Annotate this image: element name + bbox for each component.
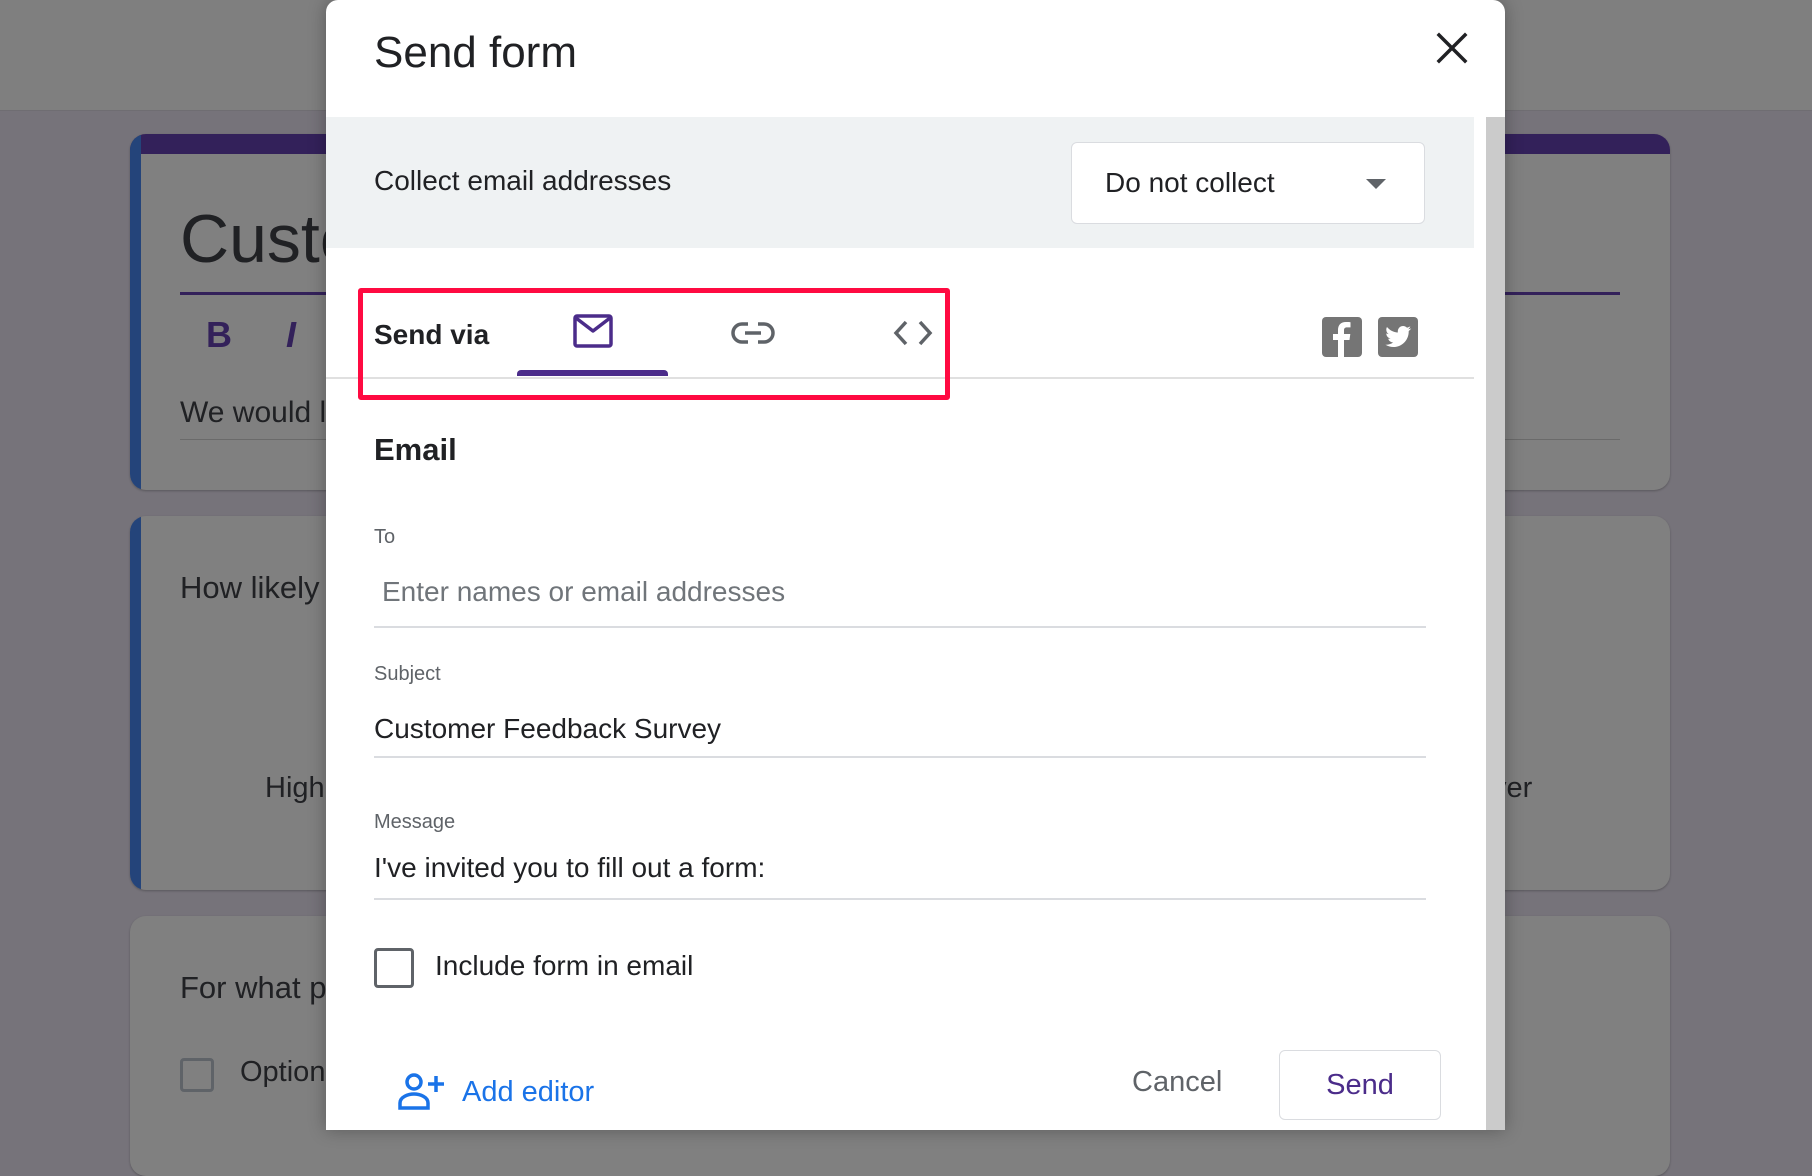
question-text: How likely	[180, 570, 320, 605]
cancel-button[interactable]: Cancel	[1132, 1066, 1222, 1099]
share-facebook-button[interactable]	[1322, 317, 1362, 357]
collect-email-section: Collect email addresses Do not collect	[326, 117, 1474, 248]
form-description: We would lo	[180, 396, 343, 429]
message-label: Message	[374, 811, 456, 833]
share-twitter-button[interactable]	[1378, 317, 1418, 357]
include-form-label[interactable]: Include form in email	[435, 950, 693, 982]
active-tab-indicator	[517, 370, 668, 376]
include-form-checkbox[interactable]	[374, 948, 414, 988]
send-button[interactable]: Send	[1279, 1050, 1441, 1120]
add-person-icon	[398, 1073, 444, 1110]
bold-format-button: B	[206, 314, 232, 355]
scale-low-label: High	[265, 772, 325, 804]
option-checkbox	[180, 1058, 214, 1092]
add-editor-label: Add editor	[462, 1076, 595, 1108]
active-card-indicator	[130, 516, 141, 890]
tabs-divider	[326, 377, 1474, 379]
italic-format-button: I	[286, 314, 297, 355]
dialog-scrollbar[interactable]	[1486, 117, 1505, 1130]
message-underline	[374, 898, 1426, 900]
twitter-icon	[1385, 326, 1412, 347]
option-label: Option	[240, 1056, 326, 1088]
subject-underline	[374, 756, 1426, 758]
code-icon	[893, 320, 932, 346]
to-label: To	[374, 526, 396, 548]
link-icon	[730, 322, 775, 344]
email-section-heading: Email	[374, 432, 457, 467]
subject-input[interactable]	[374, 713, 1426, 745]
tab-link[interactable]	[677, 300, 828, 378]
collect-email-label: Collect email addresses	[374, 165, 672, 196]
collect-email-dropdown[interactable]: Do not collect	[1071, 142, 1425, 224]
active-card-indicator	[130, 134, 141, 490]
question-text: For what p	[180, 970, 327, 1005]
close-icon	[1436, 32, 1468, 64]
collect-email-selected: Do not collect	[1105, 167, 1275, 198]
subject-label: Subject	[374, 663, 441, 685]
send-via-label: Send via	[374, 319, 490, 350]
message-input[interactable]	[374, 852, 1426, 884]
facebook-icon	[1333, 322, 1351, 357]
tab-email[interactable]	[517, 300, 668, 378]
to-input[interactable]	[382, 576, 1426, 608]
to-underline	[374, 626, 1426, 628]
close-button[interactable]	[1430, 26, 1474, 70]
tab-embed-html[interactable]	[837, 300, 988, 378]
send-form-dialog: Send form Collect email addresses Do not…	[326, 0, 1505, 1130]
dialog-title: Send form	[374, 28, 577, 77]
mail-icon	[572, 314, 613, 348]
dropdown-arrow-icon	[1366, 179, 1386, 189]
